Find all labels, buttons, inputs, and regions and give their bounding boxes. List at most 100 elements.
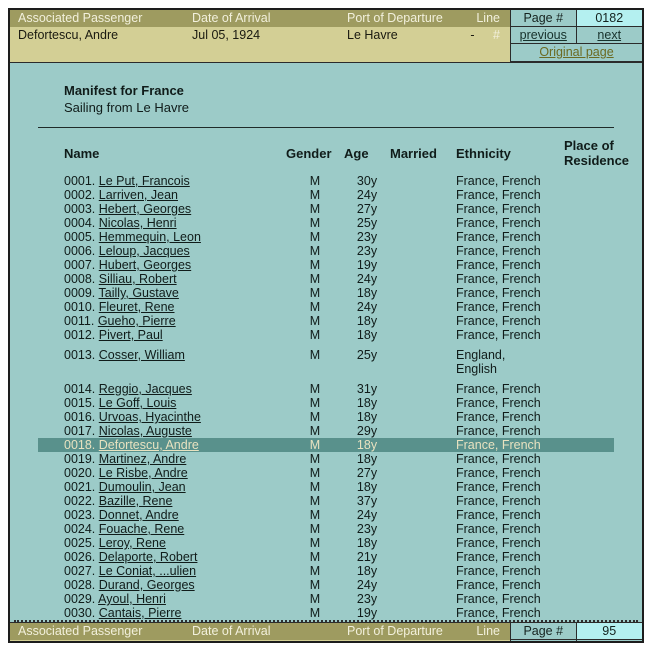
cell-name[interactable]: 0030. Cantais, Pierre [38,606,286,620]
cell-name[interactable]: 0028. Durand, Georges [38,578,286,592]
passenger-name-link[interactable]: Tailly, Gustave [99,286,179,300]
cell-name[interactable]: 0021. Dumoulin, Jean [38,480,286,494]
passenger-name-link[interactable]: Cosser, William [99,348,185,362]
passenger-name-link[interactable]: Le Coniat, ...ulien [99,564,196,578]
cell-name[interactable]: 0012. Pivert, Paul [38,328,286,342]
cell-name[interactable]: 0013. Cosser, William [38,348,286,376]
header-original-page-link[interactable]: Original page [539,45,613,59]
table-row[interactable]: 0026. Delaporte, Robert M 21y France, Frenc… [38,550,614,564]
cell-name[interactable]: 0014. Reggio, Jacques [38,382,286,396]
cell-name[interactable]: 0022. Bazille, Rene [38,494,286,508]
table-row[interactable]: 0007. Hubert, Georges M 19y France, French [38,258,614,272]
cell-name[interactable]: 0007. Hubert, Georges [38,258,286,272]
table-row[interactable]: 0018. Defortescu, Andre M 18y France, Frenc… [38,438,614,452]
table-row[interactable]: 0008. Silliau, Robert M 24y France, French [38,272,614,286]
table-row[interactable]: 0029. Ayoul, Henri M 23y France, French [38,592,614,606]
header-next-button[interactable]: next [576,27,642,44]
cell-name[interactable]: 0019. Martinez, Andre [38,452,286,466]
passenger-name-link[interactable]: Bazille, Rene [99,494,173,508]
cell-name[interactable]: 0027. Le Coniat, ...ulien [38,564,286,578]
passenger-name-link[interactable]: Defortescu, Andre [99,438,199,452]
table-row[interactable]: 0013. Cosser, William M 25y England, English [38,348,614,376]
cell-name[interactable]: 0011. Gueho, Pierre [38,314,286,328]
passenger-name-link[interactable]: Hebert, Georges [99,202,191,216]
passenger-name-link[interactable]: Dumoulin, Jean [99,480,186,494]
passenger-name-link[interactable]: Donnet, Andre [99,508,179,522]
passenger-name-link[interactable]: Gueho, Pierre [98,314,176,328]
header-previous-link[interactable]: previous [520,28,567,42]
passenger-name-link[interactable]: Le Risbe, Andre [99,466,188,480]
table-row[interactable]: 0005. Hemmequin, Leon M 23y France, French [38,230,614,244]
passenger-name-link[interactable]: Larriven, Jean [99,188,178,202]
table-row[interactable]: 0028. Durand, Georges M 24y France, French [38,578,614,592]
footer-next-button[interactable]: next [576,640,642,643]
passenger-name-link[interactable]: Silliau, Robert [99,272,177,286]
footer-previous-button[interactable]: previous [511,640,577,643]
header-original-page-button[interactable]: Original page [511,44,642,62]
passenger-name-link[interactable]: Hubert, Georges [99,258,191,272]
table-row[interactable]: 0021. Dumoulin, Jean M 18y France, French [38,480,614,494]
passenger-name-link[interactable]: Cantais, Pierre [99,606,182,620]
table-row[interactable]: 0023. Donnet, Andre M 24y France, French [38,508,614,522]
cell-name[interactable]: 0025. Leroy, Rene [38,536,286,550]
table-row[interactable]: 0017. Nicolas, Auguste M 29y France, French [38,424,614,438]
table-row[interactable]: 0011. Gueho, Pierre M 18y France, French [38,314,614,328]
cell-name[interactable]: 0020. Le Risbe, Andre [38,466,286,480]
table-row[interactable]: 0030. Cantais, Pierre M 19y France, French [38,606,614,620]
table-row[interactable]: 0027. Le Coniat, ...ulien M 18y France, Fre… [38,564,614,578]
table-row[interactable]: 0004. Nicolas, Henri M 25y France, French [38,216,614,230]
cell-name[interactable]: 0008. Silliau, Robert [38,272,286,286]
table-row[interactable]: 0022. Bazille, Rene M 37y France, French [38,494,614,508]
table-row[interactable]: 0020. Le Risbe, Andre M 27y France, French [38,466,614,480]
cell-name[interactable]: 0005. Hemmequin, Leon [38,230,286,244]
table-row[interactable]: 0006. Leloup, Jacques M 23y France, French [38,244,614,258]
table-row[interactable]: 0015. Le Goff, Louis M 18y France, French [38,396,614,410]
passenger-name-link[interactable]: Ayoul, Henri [98,592,166,606]
cell-name[interactable]: 0016. Urvoas, Hyacinthe [38,410,286,424]
cell-name[interactable]: 0001. Le Put, Francois [38,174,286,188]
passenger-name-link[interactable]: Le Put, Francois [99,174,190,188]
cell-name[interactable]: 0009. Tailly, Gustave [38,286,286,300]
passenger-name-link[interactable]: Martinez, Andre [99,452,187,466]
table-row[interactable]: 0009. Tailly, Gustave M 18y France, French [38,286,614,300]
cell-name[interactable]: 0023. Donnet, Andre [38,508,286,522]
table-row[interactable]: 0014. Reggio, Jacques M 31y France, French [38,382,614,396]
table-row[interactable]: 0024. Fouache, Rene M 23y France, French [38,522,614,536]
passenger-name-link[interactable]: Hemmequin, Leon [99,230,201,244]
cell-name[interactable]: 0010. Fleuret, Rene [38,300,286,314]
passenger-name-link[interactable]: Fouache, Rene [99,522,184,536]
cell-name[interactable]: 0026. Delaporte, Robert [38,550,286,564]
cell-name[interactable]: 0024. Fouache, Rene [38,522,286,536]
footer-next-link[interactable]: next [597,641,621,643]
cell-name[interactable]: 0003. Hebert, Georges [38,202,286,216]
passenger-name-link[interactable]: Nicolas, Henri [99,216,177,230]
table-row[interactable]: 0010. Fleuret, Rene M 24y France, French [38,300,614,314]
passenger-name-link[interactable]: Fleuret, Rene [99,300,175,314]
cell-name[interactable]: 0004. Nicolas, Henri [38,216,286,230]
table-row[interactable]: 0002. Larriven, Jean M 24y France, French [38,188,614,202]
cell-name[interactable]: 0002. Larriven, Jean [38,188,286,202]
table-row[interactable]: 0016. Urvoas, Hyacinthe M 18y France, Frenc… [38,410,614,424]
header-previous-button[interactable]: previous [511,27,577,44]
table-row[interactable]: 0025. Leroy, Rene M 18y France, French [38,536,614,550]
table-row[interactable]: 0001. Le Put, Francois M 30y France, French [38,174,614,188]
passenger-name-link[interactable]: Urvoas, Hyacinthe [99,410,201,424]
passenger-name-link[interactable]: Pivert, Paul [99,328,163,342]
cell-name[interactable]: 0006. Leloup, Jacques [38,244,286,258]
passenger-name-link[interactable]: Nicolas, Auguste [99,424,192,438]
cell-name[interactable]: 0018. Defortescu, Andre [38,438,286,452]
passenger-name-link[interactable]: Le Goff, Louis [99,396,177,410]
passenger-name-link[interactable]: Leroy, Rene [99,536,166,550]
table-row[interactable]: 0019. Martinez, Andre M 18y France, French [38,452,614,466]
cell-name[interactable]: 0015. Le Goff, Louis [38,396,286,410]
header-next-link[interactable]: next [597,28,621,42]
passenger-name-link[interactable]: Leloup, Jacques [99,244,190,258]
footer-previous-link[interactable]: previous [520,641,567,643]
passenger-name-link[interactable]: Delaporte, Robert [99,550,198,564]
passenger-name-link[interactable]: Durand, Georges [99,578,195,592]
table-row[interactable]: 0012. Pivert, Paul M 18y France, French [38,328,614,342]
table-row[interactable]: 0003. Hebert, Georges M 27y France, French [38,202,614,216]
cell-name[interactable]: 0017. Nicolas, Auguste [38,424,286,438]
cell-name[interactable]: 0029. Ayoul, Henri [38,592,286,606]
passenger-name-link[interactable]: Reggio, Jacques [99,382,192,396]
